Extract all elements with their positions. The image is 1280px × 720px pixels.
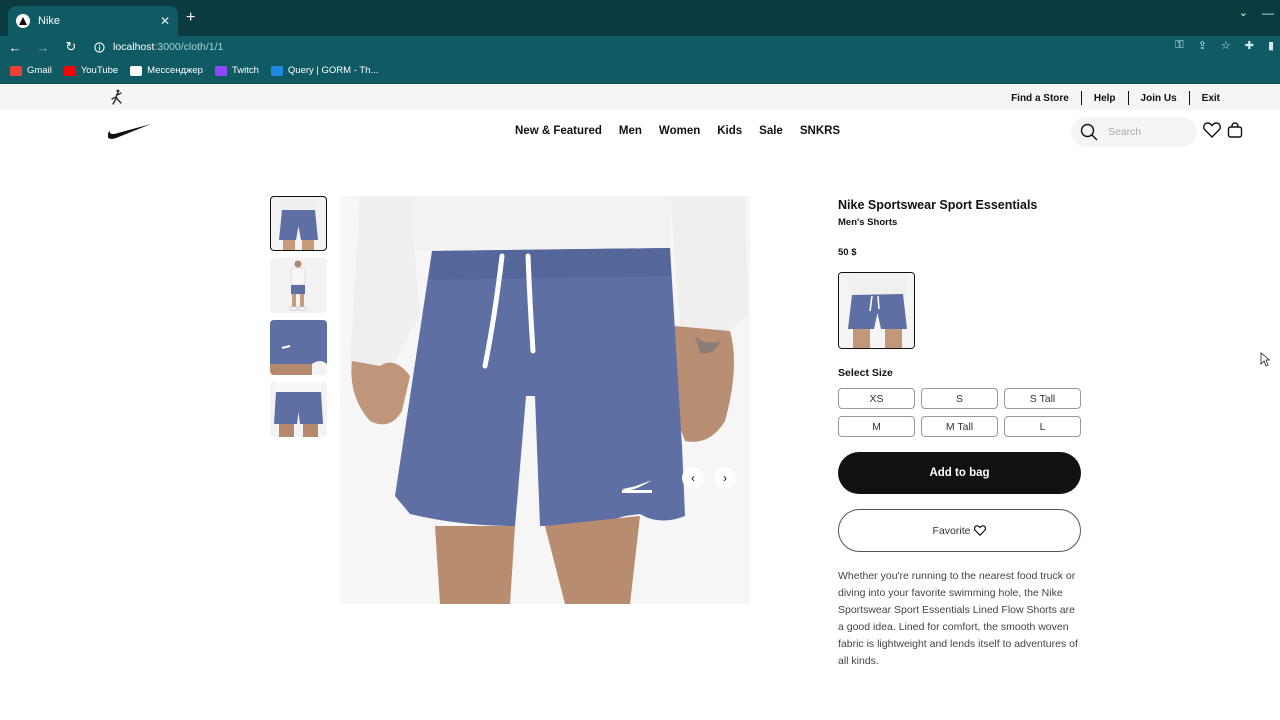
back-icon[interactable]: ←: [8, 40, 22, 55]
gmail-icon: [10, 65, 22, 76]
url-field[interactable]: localhost:3000/cloth/1/1: [94, 41, 223, 53]
product-price: 50 $: [838, 247, 857, 258]
join-us-link[interactable]: Join Us: [1129, 93, 1189, 104]
url-host: localhost: [113, 41, 155, 53]
thumbnail-list: [270, 196, 327, 437]
size-option-l[interactable]: L: [1004, 416, 1081, 437]
search-icon[interactable]: [1080, 123, 1098, 141]
nav-new-featured[interactable]: New & Featured: [515, 125, 602, 137]
youtube-icon: [63, 65, 76, 76]
forward-icon[interactable]: →: [36, 40, 50, 55]
size-grid: XS S S Tall M M Tall L: [838, 388, 1082, 437]
product-subtitle: Men's Shorts: [838, 217, 898, 228]
thumbnail-full-body[interactable]: [270, 258, 327, 313]
add-to-bag-button[interactable]: Add to bag: [838, 452, 1081, 494]
main-nav: New & Featured Men Women Kids Sale SNKRS…: [0, 110, 1280, 154]
size-option-m[interactable]: M: [838, 416, 915, 437]
bookmark-twitch[interactable]: Twitch: [214, 65, 259, 76]
product-description: Whether you're running to the nearest fo…: [838, 570, 1078, 667]
nav-women[interactable]: Women: [659, 125, 700, 137]
chevron-left-icon: ‹: [691, 471, 695, 485]
address-bar-actions: ⚿ ⇪ ☆ ✚ ▮: [1175, 39, 1274, 52]
bookmark-label: Twitch: [231, 65, 259, 76]
product-title: Nike Sportswear Sport Essentials: [838, 198, 1038, 212]
category-links: New & Featured Men Women Kids Sale SNKRS: [515, 125, 840, 137]
minimize-icon[interactable]: —: [1262, 6, 1274, 20]
web-page: Find a Store Help Join Us Exit New & Fea…: [0, 84, 1280, 720]
find-a-store-link[interactable]: Find a Store: [999, 93, 1081, 104]
bookmark-label: Query | GORM - Th...: [287, 65, 379, 76]
share-icon[interactable]: ⇪: [1198, 39, 1207, 52]
exit-link[interactable]: Exit: [1190, 93, 1232, 104]
messenger-icon: [130, 65, 143, 76]
size-option-s[interactable]: S: [921, 388, 998, 409]
site-info-icon[interactable]: [94, 41, 105, 53]
chevron-right-icon: ›: [723, 471, 727, 485]
size-option-xs[interactable]: XS: [838, 388, 915, 409]
size-option-s-tall[interactable]: S Tall: [1004, 388, 1081, 409]
mouse-cursor-icon: [1260, 352, 1270, 367]
new-tab-button[interactable]: +: [186, 9, 195, 27]
bookmark-gmail[interactable]: Gmail: [10, 65, 52, 76]
utility-bar: Find a Store Help Join Us Exit: [0, 84, 1280, 110]
nav-kids[interactable]: Kids: [717, 125, 742, 137]
color-swatch[interactable]: [838, 272, 915, 349]
next-image-button[interactable]: ›: [714, 467, 736, 489]
address-bar: ← → ↻ localhost:3000/cloth/1/1 ⚿ ⇪ ☆ ✚ ▮: [0, 36, 1280, 58]
twitch-icon: [214, 65, 227, 76]
select-size-label: Select Size: [838, 367, 893, 379]
bookmark-messenger[interactable]: Мессенджер: [130, 65, 203, 76]
gorm-icon: [270, 65, 283, 76]
bookmark-label: Gmail: [27, 65, 52, 76]
url-path: :3000/cloth/1/1: [154, 41, 224, 53]
thumbnail-back[interactable]: [270, 382, 327, 437]
profile-icon[interactable]: ▮: [1268, 39, 1274, 52]
tab-title: Nike: [38, 15, 61, 27]
search-placeholder: Search: [1108, 126, 1142, 138]
key-icon[interactable]: ⚿: [1175, 39, 1183, 52]
bookmark-youtube[interactable]: YouTube: [63, 65, 119, 76]
thumbnail-front[interactable]: [270, 196, 327, 251]
close-tab-icon[interactable]: ✕: [160, 14, 170, 28]
bag-icon[interactable]: [1227, 122, 1243, 138]
heart-icon: [974, 525, 987, 536]
bookmarks-bar: Gmail YouTube Мессенджер Twitch Query | …: [0, 58, 1280, 84]
tab-search-icon[interactable]: ⌄: [1239, 6, 1248, 19]
favorite-label: Favorite: [932, 524, 971, 537]
favorite-button[interactable]: Favorite: [838, 509, 1081, 552]
bookmark-gorm[interactable]: Query | GORM - Th...: [270, 65, 379, 76]
search-input[interactable]: Search: [1071, 117, 1197, 147]
nav-men[interactable]: Men: [619, 125, 642, 137]
nike-swoosh-logo-icon[interactable]: [106, 122, 152, 140]
thumbnail-logo-detail[interactable]: [270, 320, 327, 375]
nav-sale[interactable]: Sale: [759, 125, 783, 137]
star-icon[interactable]: ☆: [1221, 39, 1231, 52]
size-option-m-tall[interactable]: M Tall: [921, 416, 998, 437]
product-info: Nike Sportswear Sport Essentials Men's S…: [838, 198, 1082, 670]
extensions-icon[interactable]: ✚: [1245, 39, 1254, 52]
favorites-heart-icon[interactable]: [1203, 122, 1221, 138]
bookmark-label: YouTube: [80, 65, 119, 76]
browser-tab-bar: Nike ✕ + ⌄ —: [0, 0, 1280, 36]
bookmark-label: Мессенджер: [147, 65, 203, 76]
previous-image-button[interactable]: ‹: [682, 467, 704, 489]
help-link[interactable]: Help: [1082, 93, 1128, 104]
nike-favicon-icon: [16, 14, 30, 28]
jordan-logo-icon[interactable]: [109, 89, 125, 105]
reload-icon[interactable]: ↻: [64, 39, 78, 55]
product-main-image: [340, 196, 750, 604]
nav-snkrs[interactable]: SNKRS: [800, 125, 840, 137]
utility-links: Find a Store Help Join Us Exit: [999, 91, 1232, 105]
browser-tab[interactable]: Nike ✕: [8, 6, 178, 36]
